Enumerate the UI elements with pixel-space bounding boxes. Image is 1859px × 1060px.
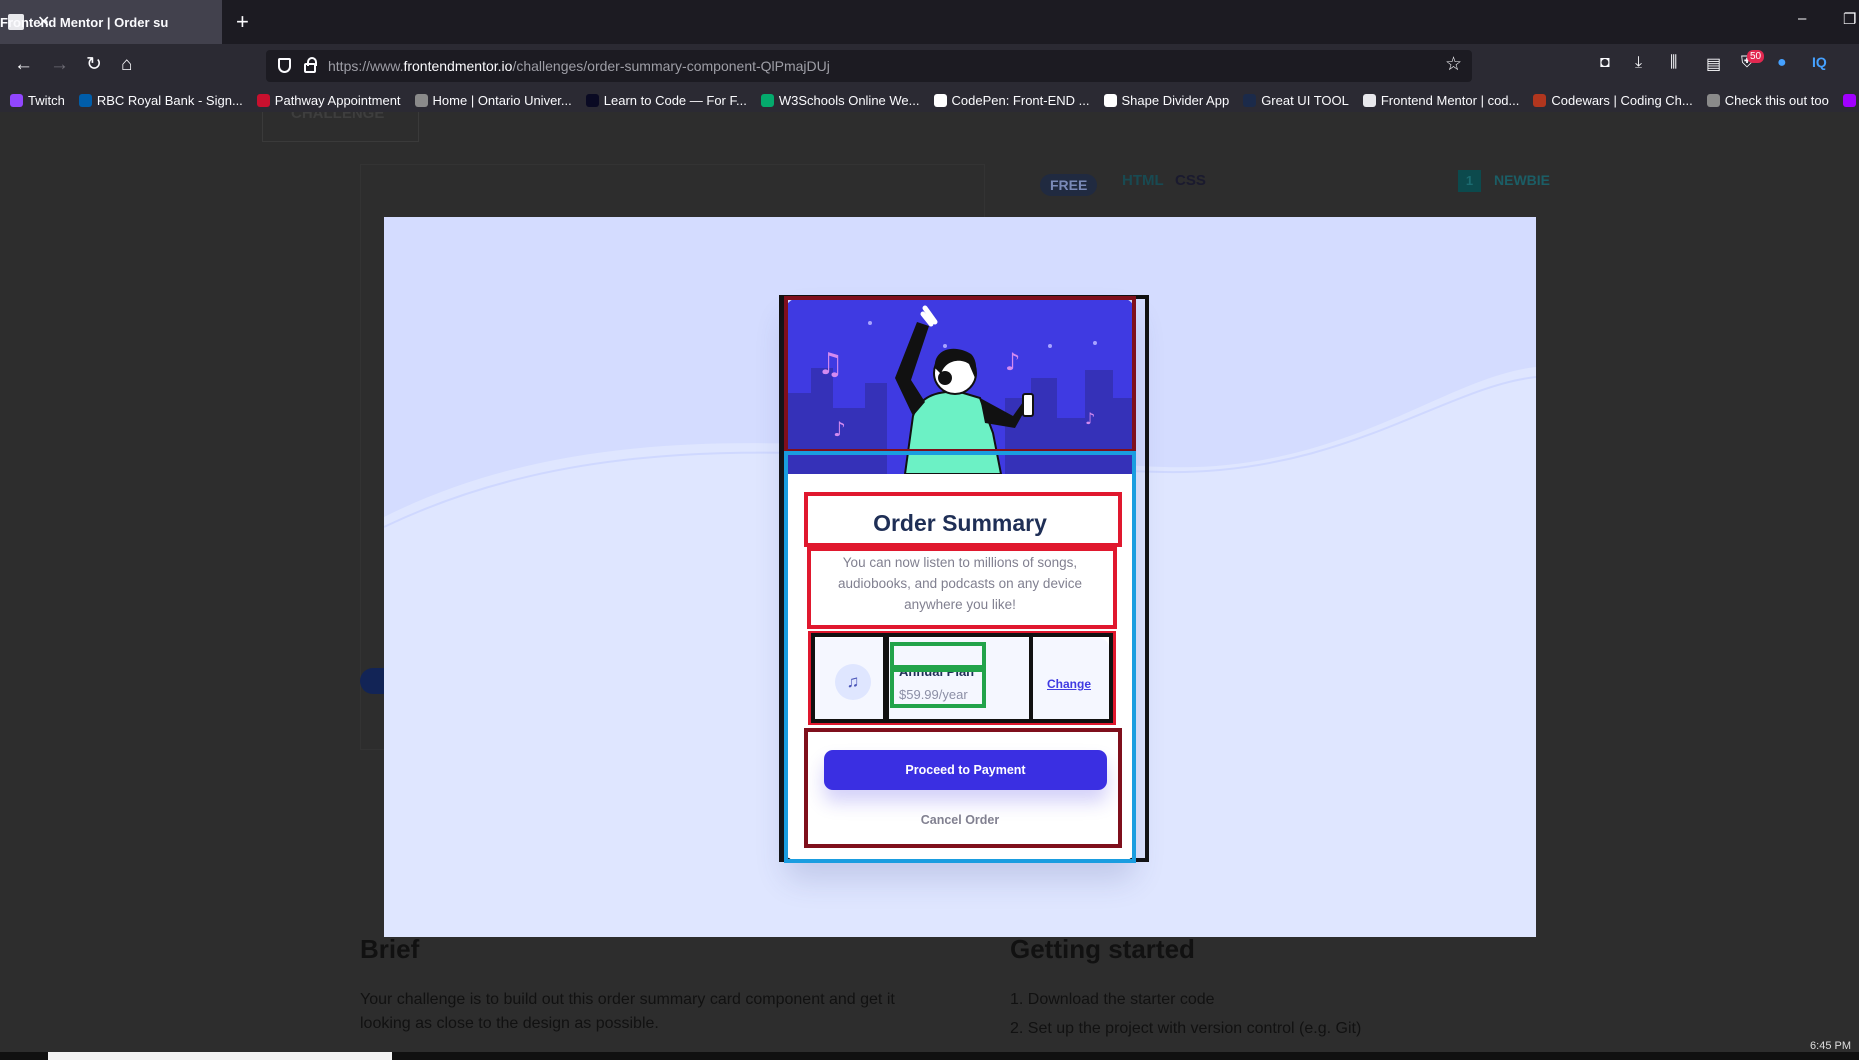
bookmark-favicon-icon <box>760 93 774 107</box>
bookmark-favicon-icon <box>1362 93 1376 107</box>
plan-price: $59.99/year <box>899 687 968 702</box>
bookmark-label: Frontend Mentor | cod... <box>1380 92 1520 108</box>
html-tag: HTML <box>1122 172 1164 189</box>
bookmark-favicon-icon <box>1243 93 1257 107</box>
level-label: NEWBIE <box>1494 172 1550 188</box>
taskbar-search-input[interactable] <box>48 1052 392 1060</box>
bookmark-item[interactable]: Shape Divider App <box>1103 92 1230 108</box>
bookmark-item[interactable]: Great UI TOOL <box>1243 93 1349 108</box>
lock-icon[interactable] <box>304 57 317 73</box>
bookmark-item[interactable]: CodePen: Front-END ... <box>933 92 1090 108</box>
challenge-tab[interactable]: CHALLENGE <box>262 112 419 142</box>
bookmark-label: Twitch <box>28 92 65 108</box>
bookmark-favicon-icon <box>10 93 23 107</box>
order-summary-card: ♫ ♪ ♪ ♪ Order Summary You can now listen… <box>785 298 1135 862</box>
downloads-icon[interactable]: ⤓ <box>1635 54 1642 72</box>
sidebar-icon[interactable]: ▤ <box>1706 54 1721 74</box>
bookmark-label: Pathway Appointment <box>274 92 401 108</box>
svg-text:♪: ♪ <box>1085 409 1095 428</box>
music-note-icon: ♫ <box>835 664 871 700</box>
bookmark-favicon-icon <box>78 93 92 107</box>
bookmark-favicon-icon <box>1533 93 1547 107</box>
bookmark-label: W3Schools Online We... <box>778 92 920 108</box>
card-title: Order Summary <box>873 510 1047 536</box>
solution-screenshot-overlay: ♫ ♪ ♪ ♪ Order Summary You can now listen… <box>384 217 1536 937</box>
notification-badge: 50 <box>1747 50 1765 63</box>
bookmark-label: Shape Divider App <box>1121 92 1230 108</box>
bookmark-label: Home | Ontario Univer... <box>432 92 572 108</box>
bookmark-label: CodePen: Front-END ... <box>951 92 1090 108</box>
bookmark-item[interactable]: Codewars | Coding Ch... <box>1533 92 1693 108</box>
step-1: 1. Download the starter code <box>1010 991 1215 1008</box>
svg-text:♪: ♪ <box>833 417 846 441</box>
bookmark-favicon-icon <box>414 93 428 107</box>
minimize-icon[interactable]: – <box>1798 10 1806 27</box>
home-icon[interactable]: ⌂ <box>121 53 132 77</box>
dancing-person-illustration: ♫ ♪ ♪ ♪ <box>785 298 1135 474</box>
tab-title: Frontend Mentor | Order summary <box>0 14 168 30</box>
brief-heading: Brief <box>360 934 420 964</box>
library-icon[interactable]: ⫼ <box>1670 54 1677 72</box>
windows-taskbar <box>0 1052 1859 1060</box>
back-icon[interactable]: ← <box>14 53 33 77</box>
forward-icon[interactable]: → <box>50 53 69 77</box>
level-number: 1 <box>1458 170 1481 192</box>
hero-illustration: ♫ ♪ ♪ ♪ <box>785 298 1135 474</box>
bookmark-label: Great UI TOOL <box>1261 92 1349 108</box>
bookmark-item[interactable]: Pathway Appointment <box>256 92 401 108</box>
reload-icon[interactable]: ↻ <box>86 53 102 77</box>
free-pill: FREE <box>1040 174 1098 196</box>
bookmark-item[interactable]: RBC Royal Bank - Sign... <box>78 92 243 108</box>
tracking-shield-icon[interactable] <box>278 58 291 73</box>
bookmark-favicon-icon <box>1706 93 1720 107</box>
bookmark-favicon-icon <box>933 93 947 107</box>
bookmark-favicon-icon <box>1842 93 1856 107</box>
restore-icon[interactable]: ❐ <box>1843 10 1856 28</box>
iq-extension-icon[interactable]: IQ <box>1812 54 1827 70</box>
proceed-to-payment-button[interactable]: Proceed to Payment <box>824 750 1107 790</box>
bookmark-label: Codewars | Coding Ch... <box>1551 92 1693 108</box>
new-tab-button[interactable]: + <box>236 8 249 36</box>
bookmark-label: Check this out too <box>1724 92 1829 108</box>
bookmark-item[interactable]: W3Schools Online We... <box>760 92 920 108</box>
bookmark-label: RBC Royal Bank - Sign... <box>96 92 243 108</box>
bookmark-item[interactable]: Learn to Code — For F... <box>585 92 747 108</box>
bookmark-star-icon[interactable]: ☆ <box>1445 53 1462 76</box>
url-text[interactable]: https://www.frontendmentor.io/challenges… <box>328 58 830 74</box>
getting-started-heading: Getting started <box>1010 934 1195 964</box>
address-bar[interactable]: https://www.frontendmentor.io/challenges… <box>266 50 1472 82</box>
bookmark-item[interactable]: Frontend Mentor | cod... <box>1362 92 1520 108</box>
active-tab[interactable]: Frontend Mentor | Order summary ✕ <box>0 0 222 44</box>
css-tag: CSS <box>1175 172 1206 189</box>
change-plan-link[interactable]: Change <box>1047 677 1091 691</box>
svg-text:♫: ♫ <box>817 347 844 382</box>
bookmark-favicon-icon <box>256 93 270 107</box>
plan-name: Annual Plan <box>899 664 975 679</box>
card-description: You can now listen to millions of songs,… <box>838 555 1082 612</box>
svg-text:♪: ♪ <box>1005 348 1020 376</box>
tab-strip: Frontend Mentor | Order summary ✕ + – ❐ <box>0 0 1859 44</box>
step-2: 2. Set up the project with version contr… <box>1010 1020 1362 1037</box>
bookmark-favicon-icon <box>1103 93 1117 107</box>
bookmark-label: Learn to Code — For F... <box>603 92 747 108</box>
pocket-icon[interactable]: ◘ <box>1600 54 1610 72</box>
bookmark-item[interactable]: Check this out too <box>1706 92 1829 108</box>
bookmark-item[interactable]: Fancy Border Radio tool <box>1842 93 1859 108</box>
bookmark-item[interactable]: Twitch <box>10 93 65 108</box>
bookmark-favicon-icon <box>585 93 599 107</box>
bookmark-item[interactable]: Home | Ontario Univer... <box>414 92 572 108</box>
taskbar-clock: 6:45 PM <box>1810 1040 1851 1052</box>
brief-text: Your challenge is to build out this orde… <box>360 991 895 1032</box>
extension-pin-icon[interactable]: ● <box>1777 54 1787 72</box>
bookmarks-toolbar: Twitch RBC Royal Bank - Sign... Pathway Ap… <box>0 88 1859 112</box>
cancel-order-button[interactable]: Cancel Order <box>785 813 1135 827</box>
